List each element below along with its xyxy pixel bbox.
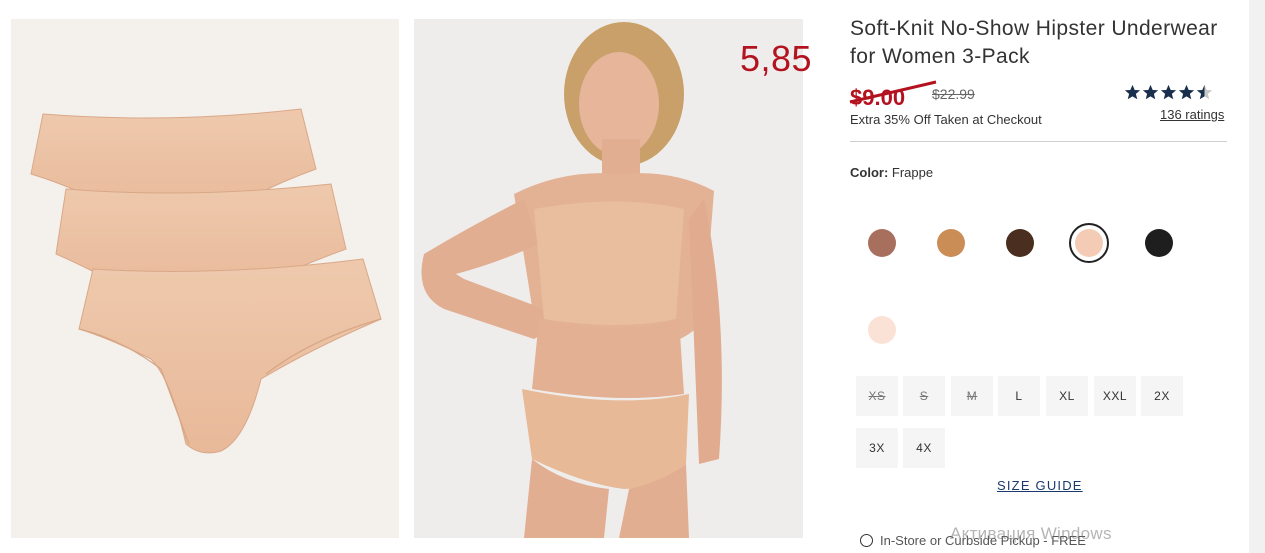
size-label: S xyxy=(919,389,929,403)
size-label: XL xyxy=(1059,389,1075,403)
swatch-chip xyxy=(868,229,896,257)
star-full-icon xyxy=(1142,84,1159,100)
swatch-mauve[interactable] xyxy=(862,223,902,263)
size-2x-button[interactable]: 2X xyxy=(1141,376,1183,416)
swatch-blush[interactable] xyxy=(862,310,902,350)
size-4x-button[interactable]: 4X xyxy=(903,428,945,468)
swatch-caramel[interactable] xyxy=(931,223,971,263)
star-full-icon xyxy=(1178,84,1195,100)
product-image-model[interactable] xyxy=(414,19,803,538)
swatch-chip xyxy=(1006,229,1034,257)
star-half-icon xyxy=(1196,84,1213,100)
page-scrollbar[interactable] xyxy=(1249,0,1265,553)
pickup-radio[interactable] xyxy=(860,534,873,547)
swatch-chip xyxy=(868,316,896,344)
swatch-chip xyxy=(1075,229,1103,257)
swatch-frappe[interactable] xyxy=(1069,223,1109,263)
swatch-espresso[interactable] xyxy=(1000,223,1040,263)
rating-stars[interactable] xyxy=(1124,84,1213,101)
size-label: L xyxy=(1015,389,1023,403)
sale-price: $9.00 xyxy=(850,85,906,110)
windows-activation-watermark: Активация Windows xyxy=(950,524,1112,543)
promo-text: Extra 35% Off Taken at Checkout xyxy=(850,112,1042,127)
product-title: Soft-Knit No-Show Hipster Underwear for … xyxy=(850,17,1218,68)
size-m-button[interactable]: M xyxy=(951,376,993,416)
size-label: 3X xyxy=(869,441,885,455)
swatch-black[interactable] xyxy=(1139,223,1179,263)
swatch-chip xyxy=(1145,229,1173,257)
size-3x-button[interactable]: 3X xyxy=(856,428,898,468)
size-label: XS xyxy=(868,389,886,403)
size-label: M xyxy=(966,389,978,403)
divider xyxy=(850,141,1227,142)
price-annotation: 5,85 xyxy=(740,38,813,79)
size-xxl-button[interactable]: XXL xyxy=(1094,376,1136,416)
product-image-flatlay[interactable] xyxy=(11,19,399,538)
size-label: 2X xyxy=(1154,389,1170,403)
size-guide-link[interactable]: SIZE GUIDE xyxy=(997,478,1083,493)
size-label: XXL xyxy=(1102,389,1128,403)
color-label: Color: xyxy=(850,165,889,180)
underwear-flatlay-illustration xyxy=(30,108,382,454)
size-s-button[interactable]: S xyxy=(903,376,945,416)
swatch-chip xyxy=(937,229,965,257)
size-xl-button[interactable]: XL xyxy=(1046,376,1088,416)
color-selection-label: Color: Frappe xyxy=(850,165,933,180)
star-full-icon xyxy=(1124,84,1141,100)
size-l-button[interactable]: L xyxy=(998,376,1040,416)
size-xs-button[interactable]: XS xyxy=(856,376,898,416)
original-price: $22.99 xyxy=(932,86,975,102)
size-label: 4X xyxy=(916,441,932,455)
color-selected-value: Frappe xyxy=(891,165,934,180)
model-photo-illustration xyxy=(414,19,803,538)
star-full-icon xyxy=(1160,84,1177,100)
ratings-count-link[interactable]: 136 ratings xyxy=(1160,107,1224,122)
